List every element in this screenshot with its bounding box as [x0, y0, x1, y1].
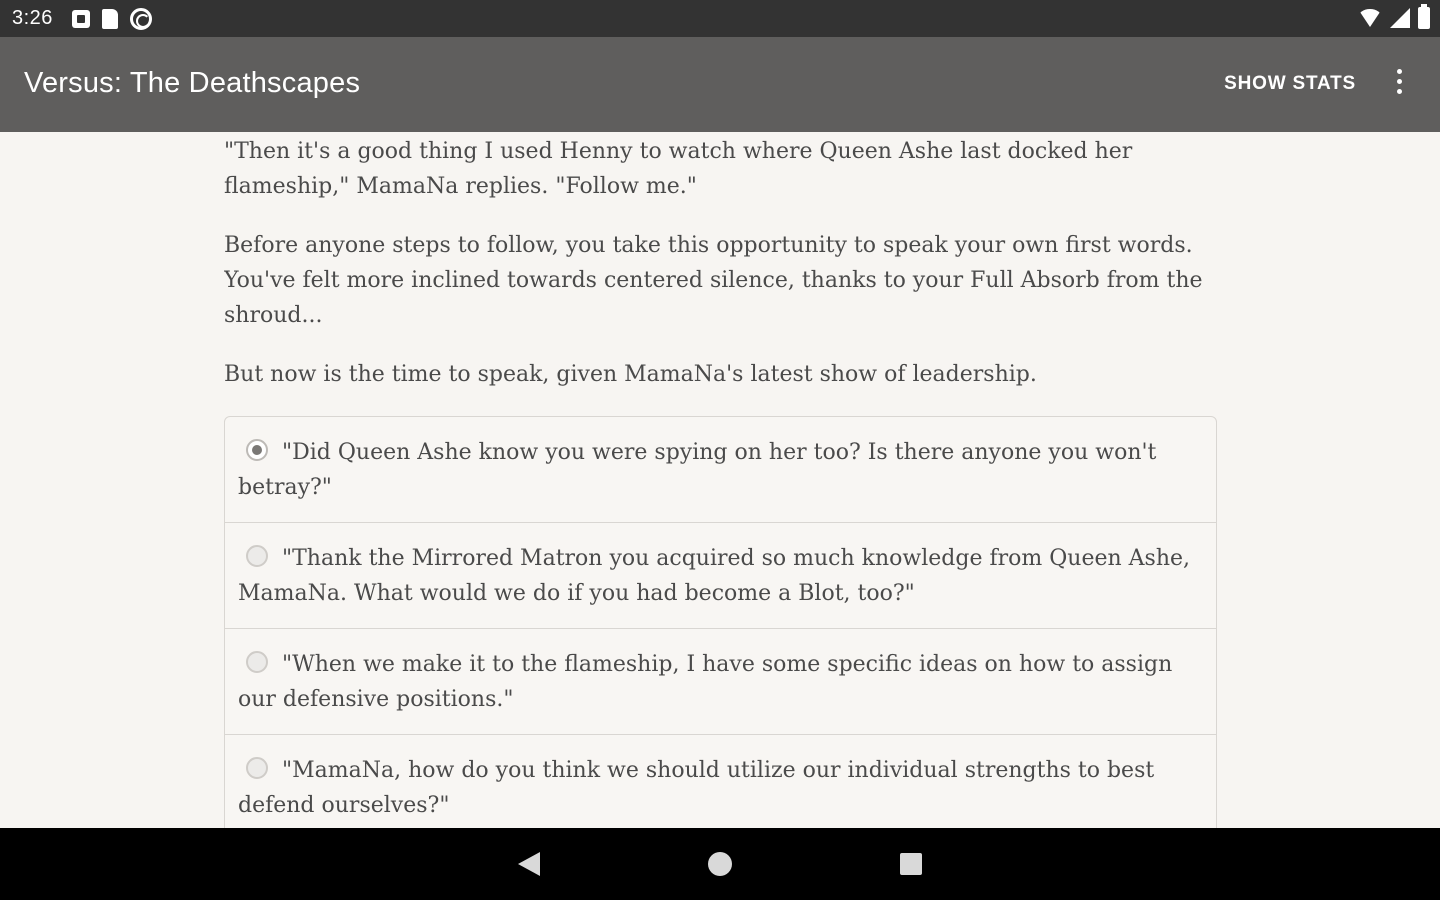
status-time: 3:26 [12, 7, 53, 29]
radio-unselected-icon[interactable] [246, 545, 268, 567]
choice-option-2[interactable]: "Thank the Mirrored Matron you acquired … [225, 523, 1216, 629]
notification-square-icon [72, 10, 90, 28]
recents-square-icon[interactable] [900, 853, 922, 875]
story-content[interactable]: "Then it's a good thing I used Henny to … [224, 132, 1219, 828]
story-paragraph: "Then it's a good thing I used Henny to … [224, 139, 1133, 199]
choice-text: "Thank the Mirrored Matron you acquired … [238, 546, 1191, 606]
system-nav-bar [0, 828, 1440, 900]
app-title: Versus: The Deathscapes [24, 67, 361, 99]
choice-option-4[interactable]: "MamaNa, how do you think we should util… [225, 735, 1216, 828]
show-stats-button[interactable]: SHOW STATS [1224, 73, 1356, 95]
sd-card-icon [102, 9, 118, 29]
battery-icon [1418, 4, 1430, 29]
story-paragraph: Before anyone steps to follow, you take … [224, 233, 1203, 328]
more-vert-icon[interactable] [1394, 69, 1404, 99]
status-bar: 3:26 [0, 0, 1440, 37]
app-bar: Versus: The Deathscapes SHOW STATS [0, 37, 1440, 132]
choice-option-3[interactable]: "When we make it to the flameship, I hav… [225, 629, 1216, 735]
status-icons-left [72, 8, 152, 30]
story-paragraph: But now is the time to speak, given Mama… [224, 362, 1037, 387]
choice-text: "Did Queen Ashe know you were spying on … [238, 440, 1157, 500]
status-icons-right [1358, 4, 1430, 29]
radio-unselected-icon[interactable] [246, 651, 268, 673]
sync-circle-icon [130, 8, 152, 30]
choice-option-1[interactable]: "Did Queen Ashe know you were spying on … [225, 417, 1216, 523]
radio-unselected-icon[interactable] [246, 757, 268, 779]
radio-selected-icon[interactable] [246, 439, 268, 461]
back-triangle-icon[interactable] [518, 852, 540, 876]
wifi-icon [1358, 9, 1382, 27]
choice-list: "Did Queen Ashe know you were spying on … [224, 416, 1217, 828]
home-circle-icon[interactable] [708, 852, 732, 876]
choice-text: "When we make it to the flameship, I hav… [238, 652, 1173, 712]
cell-signal-icon [1390, 8, 1410, 28]
choice-text: "MamaNa, how do you think we should util… [238, 758, 1155, 818]
